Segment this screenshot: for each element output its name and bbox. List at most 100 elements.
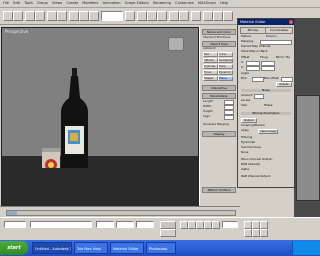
view-image-button[interactable]: View Image	[258, 129, 278, 134]
maxscript-listener-field[interactable]	[30, 221, 92, 228]
mirror-icon[interactable]	[169, 11, 179, 21]
rollout-bitmap-parameters[interactable]: Bitmap Parameters	[241, 112, 291, 115]
task-help[interactable]: 3ds Max Help	[74, 242, 108, 254]
select-region-icon[interactable]	[57, 11, 67, 21]
tab-bitmap[interactable]: Bitmap	[240, 27, 266, 34]
primitive-type-dropdown[interactable]: Standard Primitives	[203, 36, 233, 39]
task-photoshop[interactable]: Photoshop	[146, 242, 176, 254]
go-to-end-icon[interactable]	[212, 221, 220, 229]
y-coordinate-field[interactable]	[116, 221, 134, 228]
none-radio[interactable]: None	[241, 151, 261, 154]
play-icon[interactable]	[196, 221, 204, 229]
rollout-ribbon-surface[interactable]: Ribbon Surface	[202, 187, 236, 193]
reload-button[interactable]: Reload	[241, 118, 257, 123]
autogrid-checkbox[interactable]: AutoGrid	[203, 47, 233, 50]
redo-icon[interactable]	[13, 11, 23, 21]
viewcube-icon[interactable]	[168, 37, 184, 51]
curve-editor-icon[interactable]	[191, 11, 201, 21]
menu-file[interactable]: File	[3, 0, 9, 7]
dialog-title-bar[interactable]: Material Editor	[238, 19, 294, 25]
v-offset-field[interactable]	[246, 66, 260, 71]
x-coordinate-field[interactable]	[96, 221, 114, 228]
box-button[interactable]: Box	[203, 52, 218, 57]
previous-frame-icon[interactable]	[188, 221, 196, 229]
segs-field[interactable]	[224, 115, 234, 120]
align-icon[interactable]	[179, 11, 189, 21]
menu-graph-editors[interactable]: Graph Editors	[125, 0, 149, 7]
rollout-interactive[interactable]: Interactive	[202, 85, 236, 91]
undo-icon[interactable]	[3, 11, 13, 21]
zoom-extents-icon[interactable]	[260, 221, 268, 229]
snap-icon[interactable]	[137, 11, 147, 21]
plane-button[interactable]: Plane	[218, 76, 233, 81]
menu-help[interactable]: Help	[220, 0, 228, 7]
auto-key-button[interactable]	[160, 221, 176, 229]
geosphere-button[interactable]: GeoSphere	[218, 58, 233, 63]
render-icon[interactable]	[223, 11, 233, 21]
rgb-intensity-radio[interactable]: RGB Intensity	[241, 163, 263, 166]
zoom-icon[interactable]	[244, 221, 252, 229]
menu-maxscript[interactable]: MAXScript	[198, 0, 216, 7]
cylinder-button[interactable]: Cylinder	[203, 64, 218, 69]
render-setup-icon[interactable]	[213, 11, 223, 21]
v-tiling-field[interactable]	[261, 66, 275, 71]
percent-snap-icon[interactable]	[157, 11, 167, 21]
menu-tools[interactable]: Tools	[24, 0, 33, 7]
task-material-editor[interactable]: Material Editor	[110, 242, 144, 254]
noise-amount-field[interactable]	[254, 94, 264, 99]
link-icon[interactable]	[25, 11, 35, 21]
tab-coordinates[interactable]: Coordinates	[265, 27, 293, 34]
rollout-name-color[interactable]: Name and Color	[202, 29, 236, 35]
environ-radio[interactable]: Environ	[266, 35, 290, 38]
secondary-viewport[interactable]	[296, 95, 320, 201]
orbit-icon[interactable]	[252, 229, 260, 237]
cone-button[interactable]: Cone	[218, 52, 233, 57]
pivot-icon[interactable]	[125, 11, 135, 21]
current-frame-field[interactable]	[222, 221, 238, 228]
rollout-noise[interactable]: Noise	[241, 89, 291, 92]
menu-modifiers[interactable]: Modifiers	[82, 0, 98, 7]
close-icon[interactable]: ×	[289, 20, 293, 24]
torus-button[interactable]: Torus	[203, 70, 218, 75]
pyramid-button[interactable]: Pyramid	[218, 70, 233, 75]
set-key-button[interactable]	[160, 229, 176, 237]
viewport-label[interactable]: Perspective	[5, 29, 28, 34]
apply-checkbox[interactable]: Apply	[241, 129, 253, 132]
teapot-button[interactable]: Teapot	[203, 76, 218, 81]
pan-icon[interactable]	[244, 229, 252, 237]
menu-group[interactable]: Group	[37, 0, 48, 7]
menu-customize[interactable]: Customize	[175, 0, 193, 7]
rotate-icon[interactable]	[79, 11, 89, 21]
task-3dsmax[interactable]: Untitled - Autodesk 3ds Max	[32, 242, 72, 254]
unlink-icon[interactable]	[35, 11, 45, 21]
rotate-button[interactable]: Rotate	[276, 82, 292, 87]
scale-icon[interactable]	[89, 11, 99, 21]
zoom-all-icon[interactable]	[252, 221, 260, 229]
rollout-parameters[interactable]: Parameters	[202, 93, 236, 99]
generate-mapping-checkbox[interactable]: Generate Mapping	[203, 123, 233, 126]
z-coordinate-field[interactable]	[136, 221, 154, 228]
alpha-radio[interactable]: Alpha	[241, 168, 263, 171]
blur-field[interactable]	[252, 77, 264, 82]
go-to-start-icon[interactable]	[180, 221, 188, 229]
maximize-viewport-icon[interactable]	[260, 229, 268, 237]
show-map-back-checkbox[interactable]: Show Map on Back	[241, 50, 291, 53]
menu-views[interactable]: Views	[52, 0, 62, 7]
move-icon[interactable]	[69, 11, 79, 21]
perspective-viewport[interactable]: Perspective	[1, 27, 199, 207]
material-editor-icon[interactable]	[203, 11, 213, 21]
start-button[interactable]: start	[0, 241, 28, 255]
select-icon[interactable]	[47, 11, 57, 21]
menu-rendering[interactable]: Rendering	[153, 0, 171, 7]
time-slider[interactable]	[6, 210, 236, 216]
sphere-button[interactable]: Sphere	[203, 58, 218, 63]
menu-animation[interactable]: Animation	[103, 0, 121, 7]
reference-coordinate-dropdown[interactable]	[101, 11, 123, 21]
rollout-display[interactable]: Display	[202, 131, 236, 137]
next-frame-icon[interactable]	[204, 221, 212, 229]
time-slider-handle[interactable]	[7, 211, 17, 215]
tube-button[interactable]: Tube	[218, 64, 233, 69]
angle-snap-icon[interactable]	[147, 11, 157, 21]
menu-edit[interactable]: Edit	[13, 0, 20, 7]
summed-area-radio[interactable]: Summed Area	[241, 146, 261, 149]
